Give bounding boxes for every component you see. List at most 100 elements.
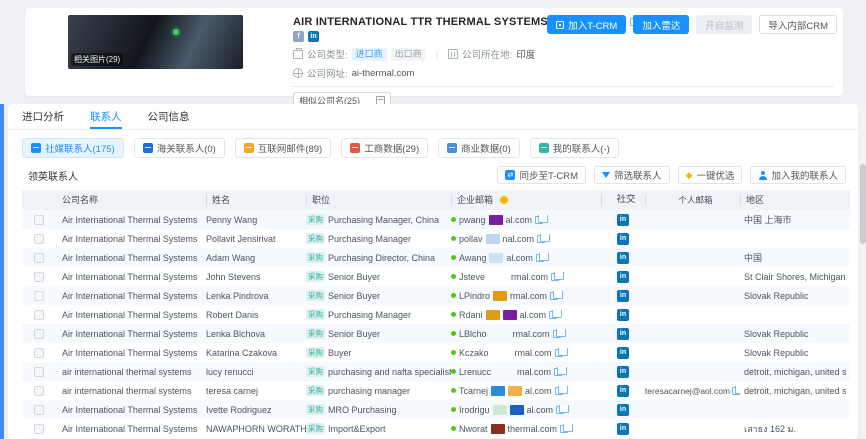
checkbox[interactable] — [34, 367, 44, 377]
start-monitoring-button[interactable]: 开启监测 — [696, 15, 752, 34]
linkedin-icon[interactable] — [617, 385, 629, 397]
chip-business-data[interactable]: 商业数据(0) — [438, 138, 520, 158]
exporter-badge[interactable]: 出口商 — [391, 48, 426, 61]
copy-icon[interactable] — [537, 235, 545, 243]
region-cell: detroit, michigan, united st... — [740, 367, 846, 377]
title-cell: 采购Purchasing Manager — [306, 309, 451, 320]
tcrm-icon — [556, 21, 564, 29]
related-images-label[interactable]: 相关图片(29) — [71, 53, 123, 66]
table-row: Air International Thermal SystemsKatarin… — [22, 343, 850, 362]
my-contacts-label: 我的联系人(-) — [553, 141, 610, 155]
linkedin-icon[interactable] — [617, 366, 629, 378]
checkbox[interactable] — [34, 291, 44, 301]
copy-icon[interactable] — [553, 330, 561, 338]
filter-contacts-button[interactable]: 筛选联系人 — [594, 166, 670, 184]
verified-dot-icon — [451, 236, 456, 241]
linkedin-icon[interactable] — [617, 214, 629, 226]
personal-email: teresacarnej@aol.com — [645, 386, 730, 396]
tab-import-analysis[interactable]: 进口分析 — [22, 104, 64, 129]
company-cell: Air International Thermal Systems — [56, 424, 206, 434]
checkbox[interactable] — [34, 272, 44, 282]
email-cell: Jsteve rmal.com — [451, 272, 601, 282]
linkedin-icon[interactable] — [617, 309, 629, 321]
chip-internet-emails[interactable]: 互联网邮件(89) — [235, 138, 331, 158]
chip-social-contacts[interactable]: 社媒联系人(175) — [22, 138, 124, 158]
linkedin-icon[interactable] — [617, 404, 629, 416]
company-cell: air international thermal systems — [56, 386, 206, 396]
one-click-select-button[interactable]: 一键优选 — [678, 166, 743, 184]
copy-icon[interactable] — [556, 406, 564, 414]
checkbox[interactable] — [34, 310, 44, 320]
tab-company-info[interactable]: 公司信息 — [148, 104, 190, 129]
table-row: Air International Thermal SystemsPenny W… — [22, 210, 850, 229]
tab-contacts[interactable]: 联系人 — [90, 104, 122, 129]
email-prefix: Jsteve — [459, 272, 485, 282]
linkedin-icon[interactable] — [617, 347, 629, 359]
checkbox[interactable] — [34, 234, 44, 244]
email-suffix: rmal.com — [511, 272, 548, 282]
column-header-label: 个人邮箱 — [678, 194, 712, 206]
linkedin-icon[interactable] — [617, 328, 629, 340]
add-tcrm-button[interactable]: 加入T-CRM — [547, 15, 626, 34]
social-cell — [601, 309, 645, 321]
company-photo[interactable]: 相关图片(29) — [68, 15, 243, 69]
copy-icon[interactable] — [732, 387, 740, 395]
company-cell: Air International Thermal Systems — [56, 310, 206, 320]
internet-emails-label: 互联网邮件(89) — [258, 141, 322, 155]
checkbox[interactable] — [34, 405, 44, 415]
company-cell: Air International Thermal Systems — [56, 253, 206, 263]
copy-icon[interactable] — [536, 254, 544, 262]
copy-icon[interactable] — [549, 311, 557, 319]
checkbox[interactable] — [34, 329, 44, 339]
linkedin-icon[interactable] — [308, 31, 319, 42]
checkbox[interactable] — [34, 386, 44, 396]
company-cell: air international thermal systems — [56, 367, 206, 377]
chip-customs-contacts[interactable]: 海关联系人(0) — [134, 138, 225, 158]
importer-badge[interactable]: 进口商 — [352, 48, 387, 61]
verified-dot-icon — [451, 217, 456, 222]
email-suffix: al.com — [525, 386, 552, 396]
copy-icon[interactable] — [555, 387, 563, 395]
email-suffix: al.com — [520, 310, 547, 320]
region-cell: detroit, michigan, united st... — [740, 386, 846, 396]
linkedin-icon[interactable] — [617, 233, 629, 245]
import-internal-crm-button[interactable]: 导入内部CRM — [759, 15, 837, 34]
add-radar-button[interactable]: 加入雷达 — [633, 15, 689, 34]
linkedin-icon[interactable] — [617, 290, 629, 302]
redaction-block — [491, 386, 505, 396]
company-website-link[interactable]: ai-thermal.com — [352, 68, 415, 79]
chip-my-contacts[interactable]: 我的联系人(-) — [530, 138, 619, 158]
linkedin-icon[interactable] — [617, 271, 629, 283]
copy-icon[interactable] — [535, 216, 543, 224]
add-tcrm-label: 加入T-CRM — [568, 18, 617, 32]
checkbox[interactable] — [34, 215, 44, 225]
checkbox[interactable] — [34, 424, 44, 434]
social-cell — [601, 233, 645, 245]
add-my-contacts-button[interactable]: 加入我的联系人 — [750, 166, 846, 184]
chip-business-registry[interactable]: 工商数据(29) — [341, 138, 428, 158]
company-cell: Air International Thermal Systems — [56, 329, 206, 339]
copy-icon[interactable] — [551, 273, 559, 281]
linkedin-icon[interactable] — [617, 423, 629, 435]
funnel-icon — [602, 172, 610, 178]
linkedin-icon[interactable] — [617, 252, 629, 264]
copy-icon[interactable] — [555, 349, 563, 357]
facebook-icon[interactable] — [293, 31, 304, 42]
checkbox[interactable] — [34, 253, 44, 263]
sync-tcrm-button[interactable]: 同步至T-CRM — [497, 166, 586, 184]
scrollbar[interactable] — [860, 104, 866, 439]
copy-icon[interactable] — [560, 425, 568, 433]
mail-icon — [244, 143, 254, 153]
region-cell: Slovak Republic — [740, 329, 846, 339]
copy-icon[interactable] — [550, 292, 558, 300]
scrollbar-thumb[interactable] — [860, 164, 866, 244]
title-cell: 采购purchasing manager — [306, 385, 451, 396]
name-cell: Lenka Blchova — [206, 329, 306, 339]
building-icon — [448, 49, 458, 59]
copy-icon[interactable] — [554, 368, 562, 376]
row-select-cell — [22, 424, 56, 434]
checkbox[interactable] — [34, 348, 44, 358]
row-select-cell — [22, 329, 56, 339]
table-row: Air International Thermal SystemsPollavi… — [22, 229, 850, 248]
contacts-card: 进口分析 联系人 公司信息 社媒联系人(175) 海关联系人(0) 互联网邮件(89) 工… — [8, 104, 858, 439]
